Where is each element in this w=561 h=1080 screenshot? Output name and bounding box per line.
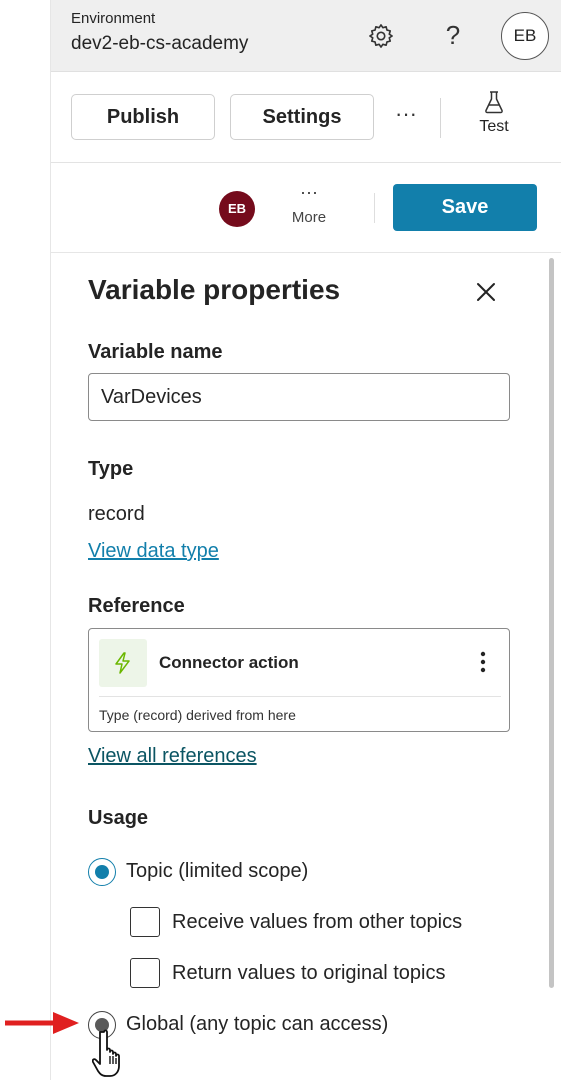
test-button[interactable]: Test [466, 90, 522, 146]
annotation-arrow-icon [5, 1012, 79, 1034]
more-button[interactable]: ··· More [287, 182, 331, 226]
reference-card[interactable]: Connector action Type (record) derived f… [88, 628, 510, 732]
variable-name-label: Variable name [88, 341, 223, 363]
environment-label: Environment [71, 10, 156, 27]
toolbar: Publish Settings ··· Test [51, 72, 561, 163]
save-button[interactable]: Save [393, 184, 537, 231]
lightning-icon [99, 639, 147, 687]
return-values-label[interactable]: Return values to original topics [172, 962, 445, 985]
close-icon[interactable] [472, 278, 500, 306]
settings-button[interactable]: Settings [230, 94, 374, 140]
panel-scrollbar[interactable] [549, 258, 554, 988]
toolbar-divider [440, 98, 441, 138]
flask-icon [485, 91, 503, 114]
more-label: More [291, 209, 327, 226]
toolbar-more-icon[interactable]: ··· [390, 102, 422, 132]
topic-scope-radio[interactable] [88, 858, 116, 886]
environment-bar: Environment dev2-eb-cs-academy ? EB [51, 0, 561, 72]
panel-title: Variable properties [88, 274, 341, 305]
action-row: EB ··· More Save [51, 163, 561, 253]
receive-values-label[interactable]: Receive values from other topics [172, 911, 462, 934]
reference-note: Type (record) derived from here [99, 707, 296, 723]
global-scope-label[interactable]: Global (any topic can access) [126, 1013, 388, 1036]
hand-pointer-icon [92, 1029, 120, 1077]
help-icon[interactable]: ? [439, 18, 467, 52]
more-icon: ··· [300, 182, 318, 202]
receive-values-checkbox[interactable] [130, 907, 160, 937]
test-label: Test [479, 118, 509, 135]
left-gutter [0, 0, 51, 1080]
environment-name[interactable]: dev2-eb-cs-academy [71, 33, 248, 55]
reference-title: Connector action [159, 653, 299, 672]
user-avatar[interactable]: EB [501, 12, 549, 60]
reference-divider [99, 696, 501, 697]
topic-scope-label[interactable]: Topic (limited scope) [126, 860, 308, 883]
return-values-checkbox[interactable] [130, 958, 160, 988]
view-all-references-link[interactable]: View all references [88, 745, 257, 768]
action-divider [374, 193, 375, 223]
gear-icon[interactable] [367, 22, 395, 50]
usage-label: Usage [88, 807, 149, 829]
reference-label: Reference [88, 595, 185, 617]
collaborator-avatar[interactable]: EB [219, 191, 255, 227]
publish-button[interactable]: Publish [71, 94, 215, 140]
view-data-type-link[interactable]: View data type [88, 540, 219, 563]
reference-menu-icon[interactable] [471, 651, 495, 677]
type-value: record [88, 503, 145, 525]
variable-name-input[interactable] [88, 373, 510, 421]
type-label: Type [88, 458, 134, 480]
